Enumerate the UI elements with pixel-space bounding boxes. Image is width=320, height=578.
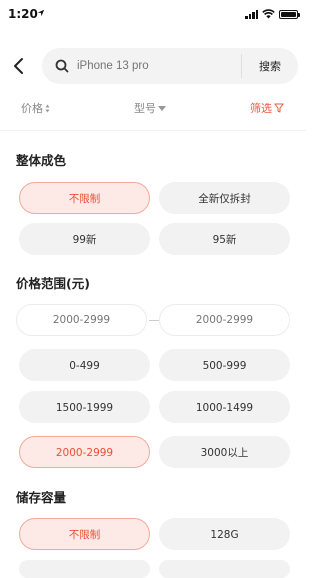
price-min-input[interactable] bbox=[16, 304, 147, 336]
back-arrow-icon[interactable] bbox=[8, 55, 30, 77]
price-option[interactable]: 2000-2999 bbox=[19, 436, 150, 468]
condition-option[interactable]: 99新 bbox=[19, 223, 150, 255]
filter-bar: 价格 型号 筛选 bbox=[0, 96, 306, 122]
filter-model[interactable]: 型号 bbox=[134, 100, 166, 116]
search-divider bbox=[241, 54, 242, 78]
funnel-icon bbox=[274, 103, 284, 113]
filter-price[interactable]: 价格 bbox=[21, 100, 50, 116]
condition-option[interactable]: 全新仅拆封 bbox=[159, 182, 290, 214]
condition-option[interactable]: 不限制 bbox=[19, 182, 150, 214]
search-input[interactable] bbox=[77, 57, 257, 75]
filter-screen[interactable]: 筛选 bbox=[250, 100, 284, 116]
storage-title: 储存容量 bbox=[16, 490, 67, 505]
range-dash bbox=[149, 320, 159, 321]
status-time: 1:20 bbox=[8, 7, 38, 21]
price-option[interactable]: 0-499 bbox=[19, 349, 150, 381]
price-option[interactable]: 3000以上 bbox=[159, 436, 290, 468]
price-option[interactable]: 500-999 bbox=[159, 349, 290, 381]
filter-price-label: 价格 bbox=[21, 102, 43, 115]
filter-screen-label: 筛选 bbox=[250, 102, 272, 115]
status-indicators bbox=[245, 9, 300, 19]
price-range-title: 价格范围(元) bbox=[16, 276, 90, 291]
storage-option[interactable]: 128G bbox=[159, 518, 290, 550]
condition-title: 整体成色 bbox=[16, 153, 67, 168]
signal-icon bbox=[245, 9, 258, 19]
search-button[interactable]: 搜索 bbox=[250, 57, 290, 75]
storage-option-partial[interactable] bbox=[19, 560, 150, 578]
storage-option-partial[interactable] bbox=[159, 560, 290, 578]
filter-model-label: 型号 bbox=[134, 102, 156, 115]
condition-option[interactable]: 95新 bbox=[159, 223, 290, 255]
sort-icon bbox=[45, 104, 50, 112]
search-bar[interactable]: 搜索 bbox=[42, 48, 298, 84]
price-option[interactable]: 1500-1999 bbox=[19, 391, 150, 423]
storage-option[interactable]: 不限制 bbox=[19, 518, 150, 550]
battery-icon bbox=[279, 9, 300, 19]
wifi-icon bbox=[262, 9, 275, 19]
caret-down-icon bbox=[158, 105, 166, 111]
location-arrow-icon bbox=[37, 9, 45, 17]
search-icon bbox=[55, 59, 69, 73]
header: 搜索 bbox=[0, 48, 306, 84]
filter-divider bbox=[0, 130, 306, 131]
price-max-input[interactable] bbox=[159, 304, 290, 336]
status-bar: 1:20 bbox=[0, 0, 306, 30]
price-option[interactable]: 1000-1499 bbox=[159, 391, 290, 423]
